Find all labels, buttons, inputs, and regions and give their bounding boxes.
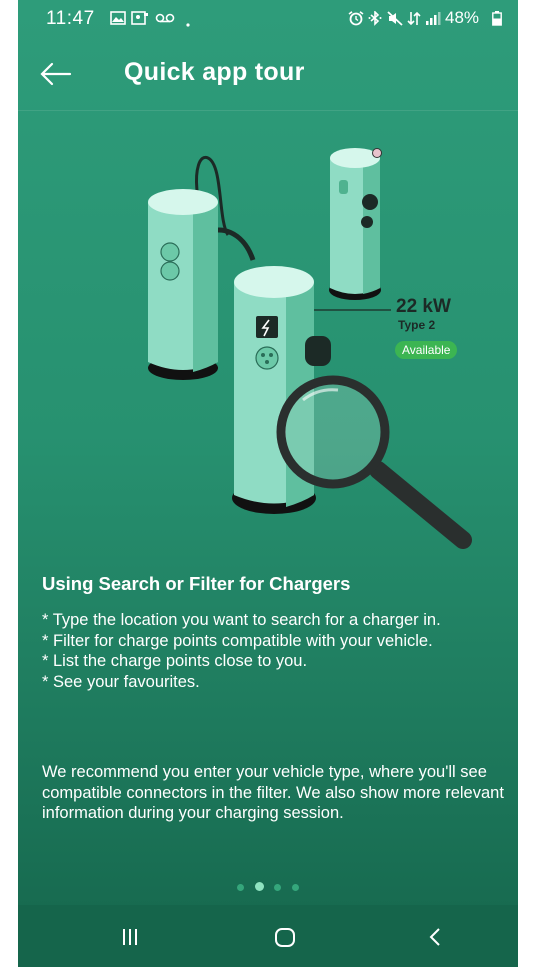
available-badge: Available: [395, 341, 458, 359]
list-item: * List the charge points close to you.: [42, 652, 308, 670]
page-indicator: [18, 878, 518, 896]
back-icon[interactable]: [413, 917, 457, 957]
data-icon: [407, 11, 421, 29]
signal-icon: [425, 11, 441, 29]
charger-illustration: 22 kW Type 2 Available: [18, 110, 518, 570]
page-dot[interactable]: [291, 884, 299, 891]
recommendation-text: We recommend you enter your vehicle type…: [42, 763, 504, 822]
mute-icon: [387, 11, 403, 29]
system-nav-bar: [18, 905, 518, 967]
bluetooth-icon: [368, 10, 382, 29]
list-item: * Filter for charge points compatible wi…: [42, 631, 433, 650]
status-time: 11:47: [46, 8, 95, 29]
power-label: 22 kW: [396, 296, 451, 317]
arrow-left-icon[interactable]: [36, 54, 76, 94]
page-dot[interactable]: [237, 884, 245, 891]
page-dot-active[interactable]: [254, 882, 264, 891]
page-dot[interactable]: [274, 884, 282, 891]
section-heading: Using Search or Filter for Chargers: [42, 573, 351, 594]
dot-icon: [186, 14, 190, 30]
home-icon[interactable]: [263, 917, 307, 957]
feature-list: * Type the location you want to search f…: [42, 610, 512, 692]
alarm-icon: [348, 11, 364, 29]
battery-icon: [492, 11, 502, 29]
list-item: * Type the location you want to search f…: [42, 611, 441, 629]
page-title: Quick app tour: [124, 58, 305, 86]
app-screen: 11:47 48% Quick app tour 22 kW Type 2 Av…: [18, 0, 518, 967]
voicemail-icon: [155, 11, 175, 27]
app-bar: Quick app tour: [18, 38, 518, 110]
status-bar: 11:47 48%: [18, 0, 518, 38]
gallery-icon: [110, 11, 126, 28]
list-item: * See your favourites.: [42, 672, 200, 691]
connector-label: Type 2: [398, 318, 436, 332]
photo-icon: [131, 11, 149, 28]
recent-apps-icon[interactable]: [108, 917, 152, 957]
battery-percent: 48%: [445, 8, 480, 27]
